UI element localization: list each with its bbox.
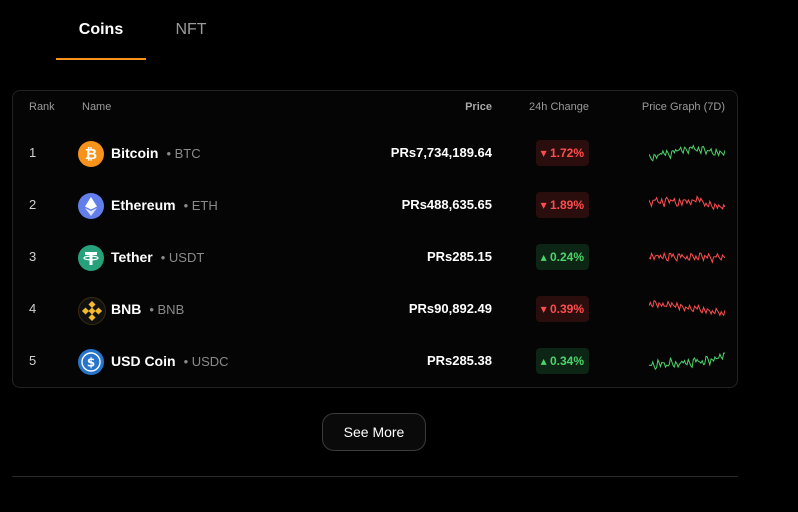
coin-name: BNB [111,301,142,317]
rank-cell: 5 [29,353,37,368]
table-row[interactable]: 4 BNB • BNB PRs90,892.49 ▾ 0.39% [13,283,737,335]
column-header-24h-change[interactable]: 24h Change [529,101,589,113]
sparkline [649,352,725,371]
sparkline-graph [649,352,725,371]
coin-name-cell[interactable]: Bitcoin • BTC [111,127,201,180]
sparkline [649,299,725,317]
ethereum-icon [78,193,104,219]
sparkline-graph [649,144,725,162]
column-header-price[interactable]: Price [465,101,492,113]
coin-symbol: • BTC [166,146,201,161]
change-badge: ▾ 0.39% [535,296,589,322]
tab-coins[interactable]: Coins [56,0,146,60]
rank-cell: 3 [29,249,37,264]
svg-text:₿: ₿ [85,145,97,163]
table-row[interactable]: 1 ₿ Bitcoin • BTC PRs7,734,189.64 ▾ 1.72% [13,127,737,179]
sparkline-graph [649,299,725,317]
coin-name-cell[interactable]: Tether • USDT [111,231,204,284]
coin-symbol: • BNB [149,302,185,317]
price-cell: PRs488,635.65 [401,197,492,212]
sparkline-graph [649,251,725,264]
rank-cell: 4 [29,301,37,316]
column-header-rank: Rank [29,101,55,113]
coin-symbol: • USDT [160,250,205,265]
price-cell: PRs7,734,189.64 [390,145,492,160]
sparkline-graph [649,195,725,211]
price-cell: PRs285.38 [426,353,492,368]
change-badge: ▾ 1.72% [535,140,589,166]
coin-name: Tether [111,249,153,265]
bitcoin-icon: ₿ [78,141,104,167]
tether-icon [78,245,104,271]
svg-text:$: $ [87,356,95,370]
price-cell: PRs90,892.49 [408,301,492,316]
coins-table: Rank Name Price 24h Change Price Graph (… [12,90,738,388]
coin-symbol: • USDC [183,354,229,369]
sparkline [649,144,725,162]
usdc-icon: $ [78,349,104,375]
table-row[interactable]: 5 $ USD Coin • USDC PRs285.38 ▴ 0.34% [13,335,737,387]
see-more-button[interactable]: See More [322,413,426,451]
tab-nft-label: NFT [175,21,207,38]
change-badge: ▴ 0.24% [535,244,589,270]
bnb-icon [78,297,106,325]
coin-name: USD Coin [111,353,176,369]
rank-cell: 1 [29,145,37,160]
change-badge: ▴ 0.34% [535,348,589,374]
coin-name-cell[interactable]: USD Coin • USDC [111,335,229,388]
price-cell: PRs285.15 [426,249,492,264]
change-badge: ▾ 1.89% [535,192,589,218]
sparkline [649,251,725,264]
active-tab-indicator [56,58,146,60]
coin-name: Bitcoin [111,145,159,161]
tab-bar: Coins NFT [56,0,236,60]
tab-coins-label: Coins [78,21,124,38]
column-header-name: Name [82,101,112,113]
sparkline [649,195,725,211]
tab-nft[interactable]: NFT [146,0,236,60]
coin-symbol: • ETH [183,198,218,213]
table-row[interactable]: 3 Tether • USDT PRs285.15 ▴ 0.24% [13,231,737,283]
table-row[interactable]: 2 Ethereum • ETH PRs488,635.65 ▾ 1.89% [13,179,737,231]
rank-cell: 2 [29,197,37,212]
divider [12,476,738,477]
coin-name: Ethereum [111,197,176,213]
coin-name-cell[interactable]: BNB • BNB [111,283,184,336]
column-header-price-graph: Price Graph (7D) [641,101,725,113]
coin-name-cell[interactable]: Ethereum • ETH [111,179,218,232]
